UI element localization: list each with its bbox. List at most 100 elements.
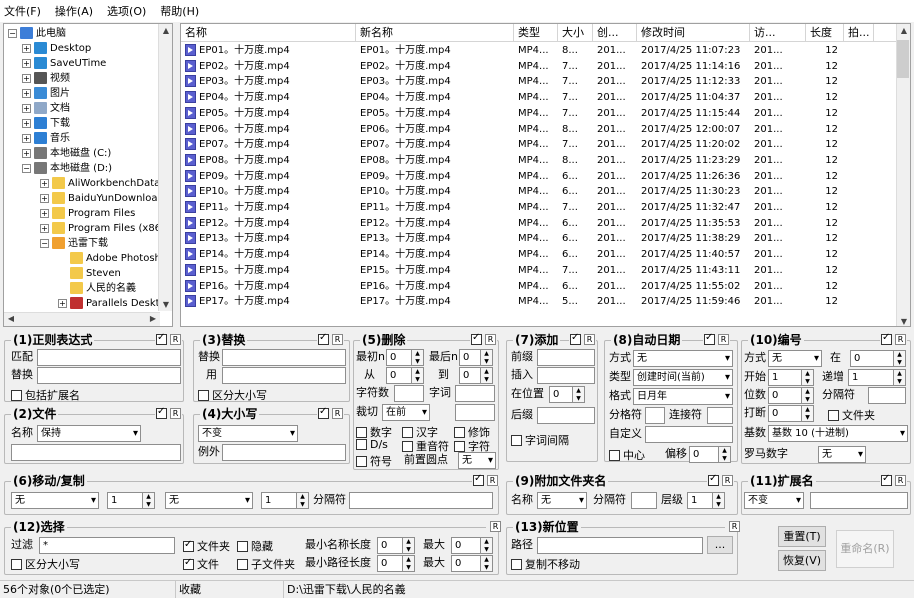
tree-node[interactable]: + 音乐: [22, 131, 70, 146]
file-row[interactable]: EP08。十万度.mp4 EP08。十万度.mp4 MP4... 8... 201...…: [181, 153, 901, 169]
last-n-input[interactable]: 0: [459, 349, 481, 366]
file-row[interactable]: EP01。十万度.mp4 EP01。十万度.mp4 MP4... 8... 201...…: [181, 43, 901, 59]
column-header[interactable]: 访...: [750, 24, 806, 42]
expand-icon[interactable]: +: [22, 73, 31, 83]
reset-panel-icon[interactable]: R: [332, 334, 343, 345]
menu-options[interactable]: 选项(O): [107, 3, 146, 19]
column-header[interactable]: 长度: [806, 24, 844, 42]
file-row[interactable]: EP17。十万度.mp4 EP17。十万度.mp4 MP4... 5... 201...…: [181, 294, 901, 310]
num-separator-input[interactable]: [868, 387, 906, 404]
match-case-checkbox[interactable]: 区分大小写: [198, 387, 267, 403]
reset-panel-icon[interactable]: R: [718, 334, 729, 345]
separator-input[interactable]: [349, 492, 493, 509]
reset-button[interactable]: 重置(T): [778, 526, 826, 547]
tree-node[interactable]: + AliWorkbenchData: [40, 176, 160, 191]
reset-panel-icon[interactable]: R: [729, 521, 740, 532]
column-header[interactable]: 创...: [593, 24, 637, 42]
menu-action[interactable]: 操作(A): [55, 3, 93, 19]
connector-input[interactable]: [707, 407, 733, 424]
tree-node[interactable]: 人民的名義: [58, 281, 136, 296]
crop-select[interactable]: 在前: [382, 404, 430, 421]
date-format-select[interactable]: 日月年: [633, 388, 733, 405]
file-row[interactable]: EP07。十万度.mp4 EP07。十万度.mp4 MP4... 7... 201...…: [181, 137, 901, 153]
expand-icon[interactable]: +: [22, 58, 31, 68]
file-row[interactable]: EP13。十万度.mp4 EP13。十万度.mp4 MP4... 6... 201...…: [181, 231, 901, 247]
min-name-spinner[interactable]: ▲ ▼: [403, 537, 415, 554]
files-checkbox[interactable]: 文件: [183, 556, 219, 572]
level-input[interactable]: 1: [687, 492, 713, 509]
reset-panel-icon[interactable]: R: [584, 334, 595, 345]
collapse-icon[interactable]: −: [40, 238, 49, 248]
tree-node[interactable]: + BaiduYunDownload: [40, 191, 164, 206]
tree-node[interactable]: + 本地磁盘 (C:): [22, 146, 111, 161]
file-row[interactable]: EP04。十万度.mp4 EP04。十万度.mp4 MP4... 7... 201...…: [181, 90, 901, 106]
tree-node[interactable]: − 迅雷下载: [40, 236, 108, 251]
tree-node[interactable]: + Parallels Desktop: [58, 296, 172, 311]
scroll-up-icon[interactable]: ▲: [159, 26, 172, 35]
start-input[interactable]: 1: [768, 369, 802, 386]
expand-icon[interactable]: +: [58, 298, 67, 308]
prefix-input[interactable]: [537, 349, 595, 366]
reset-panel-icon[interactable]: R: [895, 334, 906, 345]
first-n-spinner[interactable]: ▲ ▼: [412, 349, 424, 366]
collapse-icon[interactable]: −: [22, 163, 31, 173]
enable-checkbox[interactable]: [473, 473, 484, 486]
name-input[interactable]: [11, 444, 181, 461]
folders-checkbox[interactable]: 文件夹: [183, 538, 230, 554]
level-spinner[interactable]: ▲ ▼: [713, 492, 725, 509]
increment-spinner[interactable]: ▲ ▼: [894, 369, 906, 386]
tree-node[interactable]: − 本地磁盘 (D:): [22, 161, 112, 176]
column-header[interactable]: 大小: [558, 24, 593, 42]
folder-name-select[interactable]: 无: [537, 492, 587, 509]
tree-node[interactable]: + 视频: [22, 71, 70, 86]
offset-input[interactable]: 0: [689, 446, 719, 463]
extension-input[interactable]: [810, 492, 908, 509]
ds-checkbox[interactable]: D/s: [356, 438, 388, 451]
case-select[interactable]: 不变: [198, 425, 298, 442]
reset-panel-icon[interactable]: R: [895, 475, 906, 486]
suffix-input[interactable]: [537, 407, 595, 424]
enable-checkbox[interactable]: [471, 332, 482, 345]
file-row[interactable]: EP12。十万度.mp4 EP12。十万度.mp4 MP4... 6... 201...…: [181, 216, 901, 232]
expand-icon[interactable]: +: [22, 43, 31, 53]
extension-select[interactable]: 不变: [744, 492, 804, 509]
file-row[interactable]: EP02。十万度.mp4 EP02。十万度.mp4 MP4... 7... 201...…: [181, 59, 901, 75]
copy-count-spinner[interactable]: ▲ ▼: [297, 492, 309, 509]
file-row[interactable]: EP11。十万度.mp4 EP11。十万度.mp4 MP4... 7... 201...…: [181, 200, 901, 216]
scroll-down-icon[interactable]: ▼: [159, 300, 172, 309]
accents-checkbox[interactable]: 重音符: [402, 438, 449, 454]
collapse-icon[interactable]: −: [8, 28, 17, 38]
max-name-spinner[interactable]: ▲ ▼: [481, 537, 493, 554]
scroll-down-icon[interactable]: ▼: [897, 317, 910, 326]
leading-dots-select[interactable]: 无: [458, 452, 496, 469]
center-checkbox[interactable]: 中心: [609, 447, 645, 463]
roman-select[interactable]: 无: [818, 446, 866, 463]
file-list[interactable]: 名称 新名称 类型 大小 创... 修改时间 访... 长度 拍... EP01。十万度.mp4…: [180, 23, 911, 327]
move-count-spinner[interactable]: ▲ ▼: [143, 492, 155, 509]
file-row[interactable]: EP16。十万度.mp4 EP16。十万度.mp4 MP4... 6... 201...…: [181, 279, 901, 295]
enable-checkbox[interactable]: [881, 473, 892, 486]
column-header[interactable]: 修改时间: [637, 24, 750, 42]
expand-icon[interactable]: +: [40, 208, 49, 218]
hidden-checkbox[interactable]: 隐藏: [237, 538, 273, 554]
scroll-right-icon[interactable]: ▶: [146, 314, 160, 323]
break-spinner[interactable]: ▲ ▼: [802, 405, 814, 422]
file-row[interactable]: EP05。十万度.mp4 EP05。十万度.mp4 MP4... 7... 201...…: [181, 106, 901, 122]
tree-node[interactable]: + 图片: [22, 86, 70, 101]
enable-checkbox[interactable]: [318, 406, 329, 419]
at-spinner[interactable]: ▲ ▼: [894, 350, 906, 367]
min-path-spinner[interactable]: ▲ ▼: [403, 555, 415, 572]
digits-input[interactable]: 0: [768, 387, 802, 404]
enable-checkbox[interactable]: [156, 332, 167, 345]
copy-count-input[interactable]: 1: [261, 492, 297, 509]
reset-panel-icon[interactable]: R: [490, 521, 501, 532]
file-row[interactable]: EP03。十万度.mp4 EP03。十万度.mp4 MP4... 7... 201...…: [181, 74, 901, 90]
insert-input[interactable]: [537, 367, 595, 384]
file-row[interactable]: EP06。十万度.mp4 EP06。十万度.mp4 MP4... 8... 201...…: [181, 122, 901, 138]
digits-spinner[interactable]: ▲ ▼: [802, 387, 814, 404]
tree-node[interactable]: Steven: [58, 266, 121, 281]
expand-icon[interactable]: +: [40, 223, 49, 233]
filter-input[interactable]: *: [39, 537, 175, 554]
to-input[interactable]: 0: [459, 367, 481, 384]
browse-button[interactable]: ...: [707, 536, 733, 554]
